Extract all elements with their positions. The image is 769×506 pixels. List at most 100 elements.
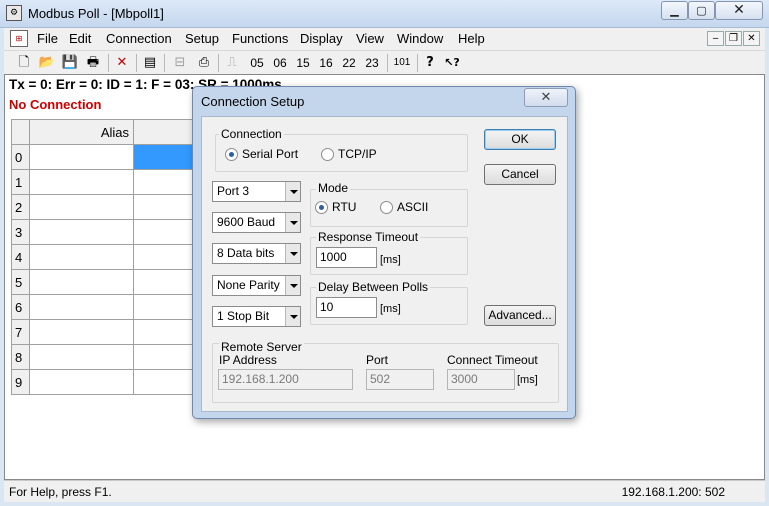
mdi-minimize-button[interactable]: ‒ xyxy=(707,31,724,46)
menu-functions[interactable]: Functions xyxy=(232,31,288,46)
fc-23-button[interactable]: 23 xyxy=(363,54,381,72)
menu-connection[interactable]: Connection xyxy=(106,31,172,46)
ok-button[interactable]: OK xyxy=(484,129,556,150)
row-header[interactable]: 3 xyxy=(11,219,30,245)
value-cell[interactable] xyxy=(133,269,196,295)
menu-edit[interactable]: Edit xyxy=(69,31,91,46)
data-bits-select[interactable]: 8 Data bits xyxy=(212,243,301,264)
row-header[interactable]: 9 xyxy=(11,369,30,395)
value-cell-selected[interactable] xyxy=(133,144,196,170)
menu-file[interactable]: File xyxy=(37,31,58,46)
row-header[interactable]: 8 xyxy=(11,344,30,370)
row-header[interactable]: 5 xyxy=(11,269,30,295)
alias-cell[interactable] xyxy=(29,169,134,195)
pulse-icon[interactable]: ⎍ xyxy=(222,54,242,72)
chevron-down-icon[interactable] xyxy=(285,182,300,201)
fc-101-button[interactable]: 101 xyxy=(391,54,413,72)
connect-timeout-input[interactable]: 3000 xyxy=(447,369,515,390)
toolbar-separator xyxy=(387,54,388,72)
chevron-down-icon[interactable] xyxy=(285,213,300,232)
value-cell[interactable] xyxy=(133,244,196,270)
row-header[interactable]: 1 xyxy=(11,169,30,195)
help-icon[interactable]: ? xyxy=(421,54,439,72)
advanced-button[interactable]: Advanced... xyxy=(484,305,556,326)
delete-icon[interactable]: ✕ xyxy=(112,54,132,72)
fc-05-button[interactable]: 05 xyxy=(248,54,266,72)
rtu-label[interactable]: RTU xyxy=(332,200,356,214)
save-icon[interactable]: 💾 xyxy=(60,54,80,72)
row-header[interactable]: 4 xyxy=(11,244,30,270)
row-header[interactable]: 2 xyxy=(11,194,30,220)
ip-address-input[interactable]: 192.168.1.200 xyxy=(218,369,353,390)
alias-cell[interactable] xyxy=(29,344,134,370)
printer-setup-icon[interactable]: ⎙ xyxy=(194,54,214,72)
tcp-ip-label[interactable]: TCP/IP xyxy=(338,147,377,161)
value-cell[interactable] xyxy=(133,169,196,195)
stop-bits-select[interactable]: 1 Stop Bit xyxy=(212,306,301,327)
minimize-button[interactable]: ▁ xyxy=(661,1,688,20)
tcp-ip-radio[interactable] xyxy=(321,148,334,161)
alias-cell[interactable] xyxy=(29,194,134,220)
modbus-app-icon[interactable]: ⚙ xyxy=(6,5,22,21)
mdi-restore-button[interactable]: ❐ xyxy=(725,31,742,46)
menu-window[interactable]: Window xyxy=(397,31,443,46)
maximize-button[interactable]: ▢ xyxy=(688,1,715,20)
parity-select[interactable]: None Parity xyxy=(212,275,301,296)
new-document-icon[interactable]: 🗋 xyxy=(14,54,34,72)
close-button[interactable]: ✕ xyxy=(715,1,763,20)
port-select[interactable]: Port 3 xyxy=(212,181,301,202)
value-cell[interactable] xyxy=(133,194,196,220)
chevron-down-icon[interactable] xyxy=(285,244,300,263)
response-timeout-input[interactable]: 1000 xyxy=(316,247,377,268)
document-system-icon[interactable]: ⊞ xyxy=(10,30,28,47)
baud-value: 9600 Baud xyxy=(217,215,276,229)
dialog-close-button[interactable]: ✕ xyxy=(524,88,568,107)
stop-bits-value: 1 Stop Bit xyxy=(217,309,270,323)
remote-server-label: Remote Server xyxy=(219,340,304,354)
serial-port-radio[interactable] xyxy=(225,148,238,161)
chevron-down-icon[interactable] xyxy=(285,276,300,295)
row-header[interactable]: 6 xyxy=(11,294,30,320)
ascii-radio[interactable] xyxy=(380,201,393,214)
menu-setup[interactable]: Setup xyxy=(185,31,219,46)
chevron-down-icon[interactable] xyxy=(285,307,300,326)
fc-06-button[interactable]: 06 xyxy=(271,54,289,72)
menu-help[interactable]: Help xyxy=(458,31,485,46)
alias-cell[interactable] xyxy=(29,294,134,320)
delay-between-polls-input[interactable]: 10 xyxy=(316,297,377,318)
value-cell[interactable] xyxy=(133,319,196,345)
fc-16-button[interactable]: 16 xyxy=(317,54,335,72)
value-cell[interactable] xyxy=(133,219,196,245)
alias-column-header[interactable]: Alias xyxy=(29,119,134,145)
baud-select[interactable]: 9600 Baud xyxy=(212,212,301,233)
window-icon[interactable]: ▤ xyxy=(140,54,160,72)
alias-cell[interactable] xyxy=(29,244,134,270)
value-cell[interactable] xyxy=(133,369,196,395)
value-cell[interactable] xyxy=(133,344,196,370)
rtu-radio[interactable] xyxy=(315,201,328,214)
toolbar: 🗋 📂 💾 🖶 ✕ ▤ ⊟ ⎙ ⎍ 05 06 15 16 22 23 101 … xyxy=(4,50,765,74)
menu-display[interactable]: Display xyxy=(300,31,343,46)
fc-15-button[interactable]: 15 xyxy=(294,54,312,72)
alias-cell[interactable] xyxy=(29,219,134,245)
status-bar: For Help, press F1. 192.168.1.200: 502 xyxy=(4,480,765,502)
ascii-label[interactable]: ASCII xyxy=(397,200,428,214)
serial-port-label[interactable]: Serial Port xyxy=(242,147,298,161)
cancel-button[interactable]: Cancel xyxy=(484,164,556,185)
alias-cell[interactable] xyxy=(29,269,134,295)
open-folder-icon[interactable]: 📂 xyxy=(37,54,57,72)
alias-cell[interactable] xyxy=(29,319,134,345)
alias-cell[interactable] xyxy=(29,144,134,170)
mdi-close-button[interactable]: ✕ xyxy=(743,31,760,46)
value-column-header[interactable] xyxy=(133,119,196,145)
port-input[interactable]: 502 xyxy=(366,369,434,390)
menu-view[interactable]: View xyxy=(356,31,384,46)
print-icon[interactable]: 🖶 xyxy=(83,54,103,72)
context-help-icon[interactable]: ↖? xyxy=(442,54,462,72)
value-cell[interactable] xyxy=(133,294,196,320)
row-header[interactable]: 7 xyxy=(11,319,30,345)
alias-cell[interactable] xyxy=(29,369,134,395)
connect-icon[interactable]: ⊟ xyxy=(170,54,190,72)
fc-22-button[interactable]: 22 xyxy=(340,54,358,72)
row-header[interactable]: 0 xyxy=(11,144,30,170)
